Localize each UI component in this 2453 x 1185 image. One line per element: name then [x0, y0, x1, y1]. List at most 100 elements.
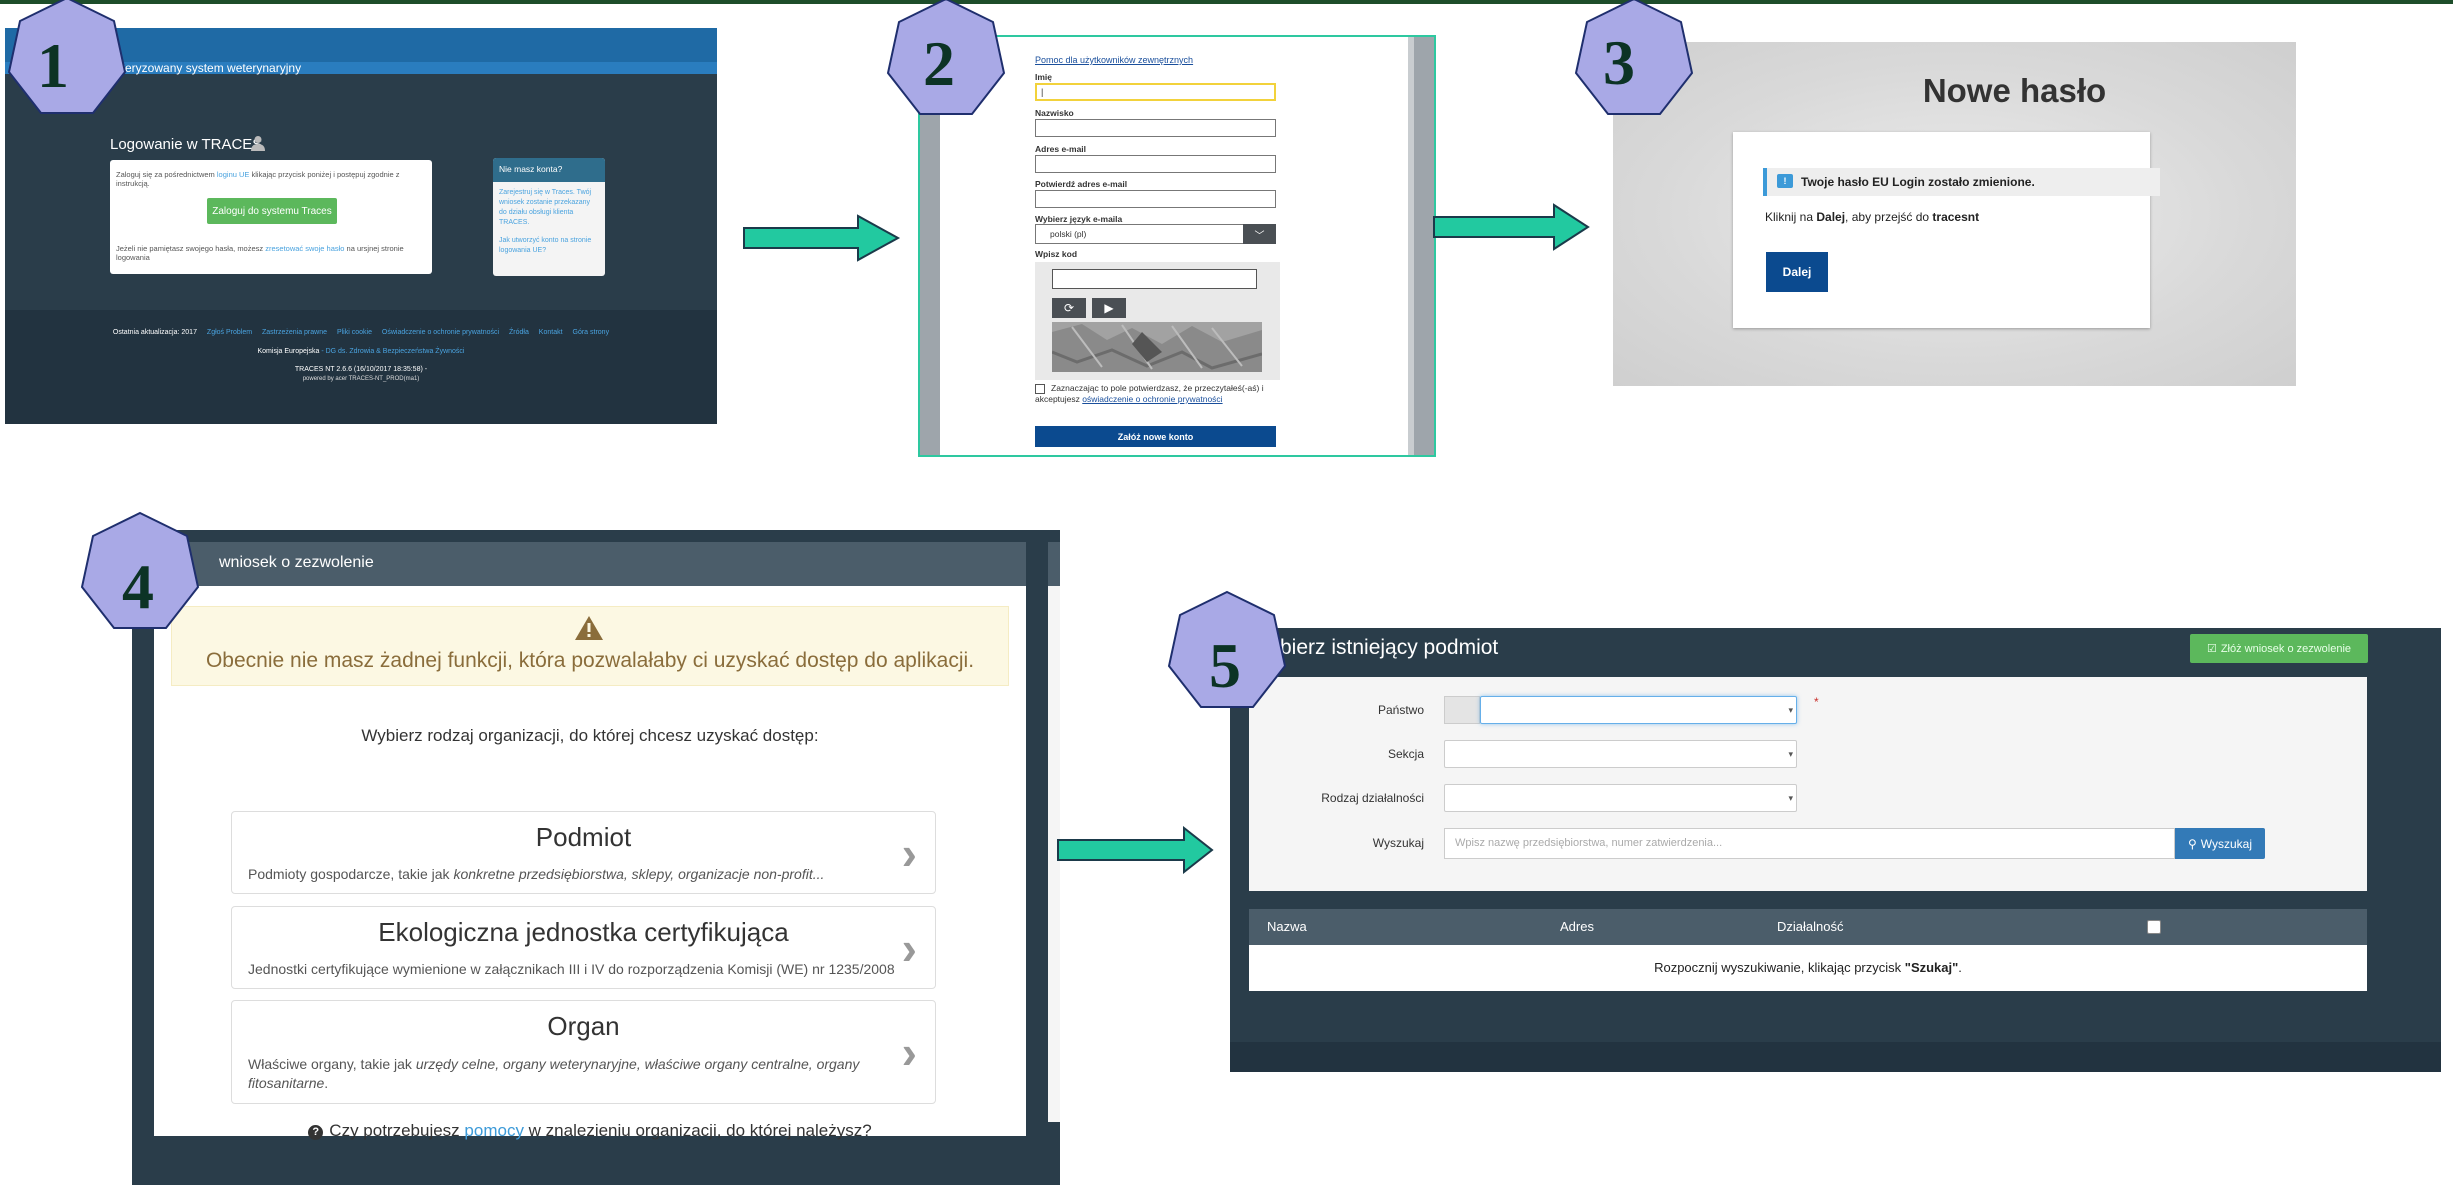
option-description: Jednostki certyfikujące wymienione w zał… — [248, 961, 895, 977]
country-select[interactable]: ▾ — [1480, 696, 1797, 724]
last-name-label: Nazwisko — [1035, 108, 1074, 118]
page-title: Nowe hasło — [1922, 72, 2107, 109]
create-account-button[interactable]: Załóż nowe konto — [1035, 426, 1276, 447]
footer-version: TRACES NT 2.6.6 (16/10/2017 18:35:58) - — [294, 366, 428, 373]
login-title: Logowanie w TRACES — [110, 136, 263, 153]
section-select[interactable]: ▾ — [1444, 740, 1797, 768]
footer-commission: Komisja Europejska - DG ds. Zdrowia & Be… — [257, 348, 465, 355]
privacy-checkbox[interactable] — [1035, 383, 1045, 394]
step-badge-4: 4 — [75, 508, 205, 638]
footer: Ostatnia aktualizacja: 2017 Zgłoś Proble… — [5, 310, 717, 424]
continue-instruction: Kliknij na Dalej, aby przejść do tracesn… — [1765, 210, 1980, 224]
warning-text: Obecnie nie masz żadnej funkcji, która p… — [205, 649, 975, 672]
select-all-checkbox[interactable] — [2147, 920, 2161, 934]
top-border — [0, 0, 2453, 4]
footer-powered-by: powered by acer TRACES-NT_PROD(ma1) — [302, 376, 420, 382]
option-title: Ekologiczna jednostka certyfikująca — [378, 917, 789, 947]
footer-link[interactable]: Oświadczenie o ochronie prywatności — [382, 329, 499, 336]
search-label: Wyszukaj — [1372, 836, 1424, 850]
check-square-icon: ☑ — [2206, 643, 2217, 655]
last-name-field[interactable] — [1035, 119, 1276, 137]
bottom-strip — [1230, 1042, 2441, 1072]
no-account-box: Nie masz konta? Zarejestruj się w Traces… — [493, 158, 605, 276]
step-badge-3: 3 — [1569, 0, 1699, 124]
alert-text: Twoje hasło EU Login zostało zmienione. — [1801, 175, 2035, 189]
success-alert: ! Twoje hasło EU Login zostało zmienione… — [1763, 168, 2160, 196]
apply-authorization-button[interactable]: ☑ Złóż wniosek o zezwolenie — [2190, 634, 2368, 663]
right-gutter — [1414, 37, 1434, 455]
footer-last-update: Ostatnia aktualizacja: 2017 — [112, 329, 197, 336]
app-title: uteryzowany system weterynaryjny — [115, 61, 302, 75]
table-row: Rozpocznij wyszukiwanie, klikając przyci… — [1249, 945, 2367, 991]
privacy-consent: Zaznaczając to pole potwierdzasz, że prz… — [1035, 383, 1264, 404]
confirmation-card: ! Twoje hasło EU Login zostało zmienione… — [1733, 132, 2160, 328]
choose-organization-prompt: Wybierz rodzaj organizacji, do której ch… — [361, 726, 819, 745]
search-button[interactable]: ⚲ Wyszukaj — [2175, 828, 2265, 859]
email-field[interactable] — [1035, 155, 1276, 173]
required-marker: * — [1814, 695, 1819, 709]
activity-type-label: Rodzaj działalności — [1321, 791, 1424, 805]
footer-link[interactable]: Kontakt — [539, 329, 563, 336]
login-instructions: Zaloguj się za pośrednictwem loginu UE k… — [116, 170, 400, 188]
page-title: bierz istniejący podmiot — [1280, 636, 1499, 659]
external-users-help-link[interactable]: Pomoc dla użytkowników zewnętrznych — [1035, 55, 1193, 65]
panel-3-new-password: Nowe hasło ! Twoje hasło EU Login został… — [1613, 42, 2296, 386]
first-name-field[interactable]: | — [1035, 83, 1276, 101]
info-icon: ! — [1777, 174, 1793, 188]
refresh-icon[interactable]: ⟳ — [1052, 298, 1086, 318]
no-role-warning: Obecnie nie masz żadnej funkcji, która p… — [171, 606, 1009, 686]
footer-link[interactable]: Góra strony — [573, 329, 610, 336]
captcha-box: ⟳ ▶ — [1035, 262, 1280, 380]
column-address[interactable]: Adres — [1560, 919, 1594, 934]
chevron-right-icon: › — [901, 826, 917, 879]
panel-body: Obecnie nie masz żadnej funkcji, która p… — [154, 586, 1026, 1140]
chevron-right-icon: › — [901, 1026, 917, 1078]
login-traces-button[interactable]: Zaloguj do systemu Traces — [207, 198, 337, 224]
empty-state-message: Rozpocznij wyszukiwanie, klikając przyci… — [1654, 960, 1962, 975]
panel-4-organization-type: wniosek o zezwolenie Obecnie nie masz ża… — [132, 530, 1060, 1185]
panel-header-title: wniosek o zezwolenie — [219, 554, 374, 571]
captcha-label: Wpisz kod — [1035, 249, 1078, 259]
panel-5-select-operator: bierz istniejący podmiot ☑ Złóż wniosek o… — [1230, 628, 2441, 1072]
footer-link[interactable]: Zastrzeżenia prawne — [262, 329, 327, 336]
chevron-right-icon: › — [901, 921, 917, 974]
section-label: Sekcja — [1387, 747, 1424, 761]
footer-links: Ostatnia aktualizacja: 2017 Zgłoś Proble… — [5, 329, 717, 336]
warning-icon — [575, 616, 603, 640]
footer-link[interactable]: Zgłoś Problem — [207, 329, 252, 336]
captcha-input[interactable] — [1052, 269, 1257, 289]
create-account-help-link[interactable]: Jak utworzyć konto na stronie logowania … — [499, 236, 599, 256]
option-authority[interactable]: Organ Właściwe organy, takie jak urzędy … — [231, 1000, 936, 1104]
column-name[interactable]: Nazwa — [1267, 919, 1307, 934]
chevron-down-icon: ▾ — [1788, 705, 1793, 715]
option-organic-certification-body[interactable]: Ekologiczna jednostka certyfikująca Jedn… — [231, 906, 936, 989]
reset-password-link[interactable]: zresetować swoje hasło — [265, 244, 344, 253]
next-button[interactable]: Dalej — [1766, 252, 1828, 292]
option-description: Podmioty gospodarcze, takie jak konkretn… — [248, 866, 825, 882]
step-badge-2: 2 — [881, 0, 1011, 124]
results-table-header: Nazwa Adres Działalność — [1249, 909, 2367, 945]
help-question: ? Czy potrzebujesz pomocy w znalezieniu o… — [154, 1121, 1026, 1141]
help-link[interactable]: pomocy — [464, 1121, 524, 1140]
email-language-select[interactable]: polski (pl) ﹀ — [1035, 224, 1276, 244]
option-operator[interactable]: Podmiot Podmioty gospodarcze, takie jak … — [231, 811, 936, 894]
search-icon: ⚲ — [2187, 836, 2197, 851]
eu-login-link[interactable]: loginu UE — [217, 170, 250, 179]
chevron-down-icon[interactable]: ﹀ — [1243, 224, 1276, 244]
privacy-statement-link[interactable]: oświadczenie o ochronie prywatności — [1082, 394, 1222, 404]
chevron-down-icon: ▾ — [1788, 749, 1793, 759]
no-account-title: Nie masz konta? — [493, 158, 605, 182]
captcha-image — [1052, 322, 1262, 372]
arrow-2-to-3-icon — [1433, 203, 1590, 251]
play-icon[interactable]: ▶ — [1092, 298, 1126, 318]
chevron-down-icon: ▾ — [1788, 793, 1793, 803]
search-input[interactable]: Wpisz nazwę przedsiębiorstwa, numer zatw… — [1444, 828, 2175, 859]
email-confirm-field[interactable] — [1035, 190, 1276, 208]
column-activity[interactable]: Działalność — [1777, 919, 1843, 934]
arrow-1-to-2-icon — [743, 214, 901, 262]
footer-link[interactable]: Źródła — [509, 329, 529, 336]
footer-link[interactable]: Pliki cookie — [337, 329, 372, 336]
register-link[interactable]: Zarejestruj się w Traces. Twój wniosek z… — [499, 188, 599, 228]
first-name-label: Imię — [1035, 72, 1053, 82]
activity-type-select[interactable]: ▾ — [1444, 784, 1797, 812]
